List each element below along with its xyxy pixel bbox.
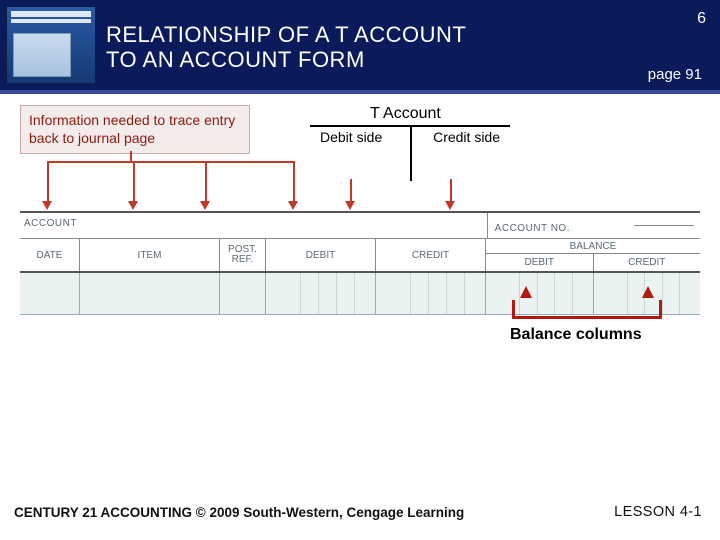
arrow-down-icon [288,201,298,210]
arrow-segment [47,161,49,201]
footer-copyright: CENTURY 21 ACCOUNTING © 2009 South-Weste… [14,505,464,520]
credit-side-label: Credit side [433,129,500,145]
arrow-segment [293,161,295,201]
title-line-1: RELATIONSHIP OF A T ACCOUNT [106,22,466,47]
arrow-segment [47,161,293,163]
arrow-segment [133,161,135,201]
t-account-label: T Account [370,105,441,123]
slide-number: 6 [697,10,706,28]
account-label: ACCOUNT [20,208,81,229]
trace-callout: Information needed to trace entry back t… [20,105,250,154]
arrow-segment [205,161,207,201]
account-form-column-headers: DATE ITEM POST. REF. DEBIT CREDIT BALANC… [20,239,700,273]
footer-lesson: LESSON 4-1 [614,504,702,520]
col-balance: BALANCE DEBIT CREDIT [486,239,700,271]
arrow-segment [350,179,352,203]
title-line-2: TO AN ACCOUNT FORM [106,47,365,72]
account-form-empty-rows [20,273,700,315]
col-item: ITEM [80,239,220,271]
arrow-segment [450,179,452,203]
slide-header: 6 RELATIONSHIP OF A T ACCOUNT TO AN ACCO… [0,0,720,90]
diagram-area: Information needed to trace entry back t… [20,105,700,335]
arrow-segment [130,151,132,161]
post-ref-line2: REF. [232,255,254,265]
balance-credit-header: CREDIT [594,254,701,271]
col-debit: DEBIT [266,239,376,271]
col-post-ref: POST. REF. [220,239,266,271]
arrow-down-icon [128,201,138,210]
slide-title: RELATIONSHIP OF A T ACCOUNT TO AN ACCOUN… [106,22,466,73]
balance-header: BALANCE [486,239,700,254]
page-reference: page 91 [648,66,702,83]
col-credit: CREDIT [376,239,486,271]
balance-columns-label: Balance columns [510,326,642,344]
t-account-graphic: Debit side Credit side [310,125,510,181]
balance-debit-header: DEBIT [486,254,594,271]
arrow-down-icon [200,201,210,210]
debit-side-label: Debit side [320,129,382,145]
book-cover-thumbnail [6,6,96,84]
arrow-down-icon [345,201,355,210]
arrow-down-icon [445,201,455,210]
col-date: DATE [20,239,80,271]
account-form-heading-row: ACCOUNT ACCOUNT NO. [20,211,700,239]
account-no-label: ACCOUNT NO. [491,213,640,234]
account-form: ACCOUNT ACCOUNT NO. DATE ITEM POST. REF.… [20,211,700,315]
